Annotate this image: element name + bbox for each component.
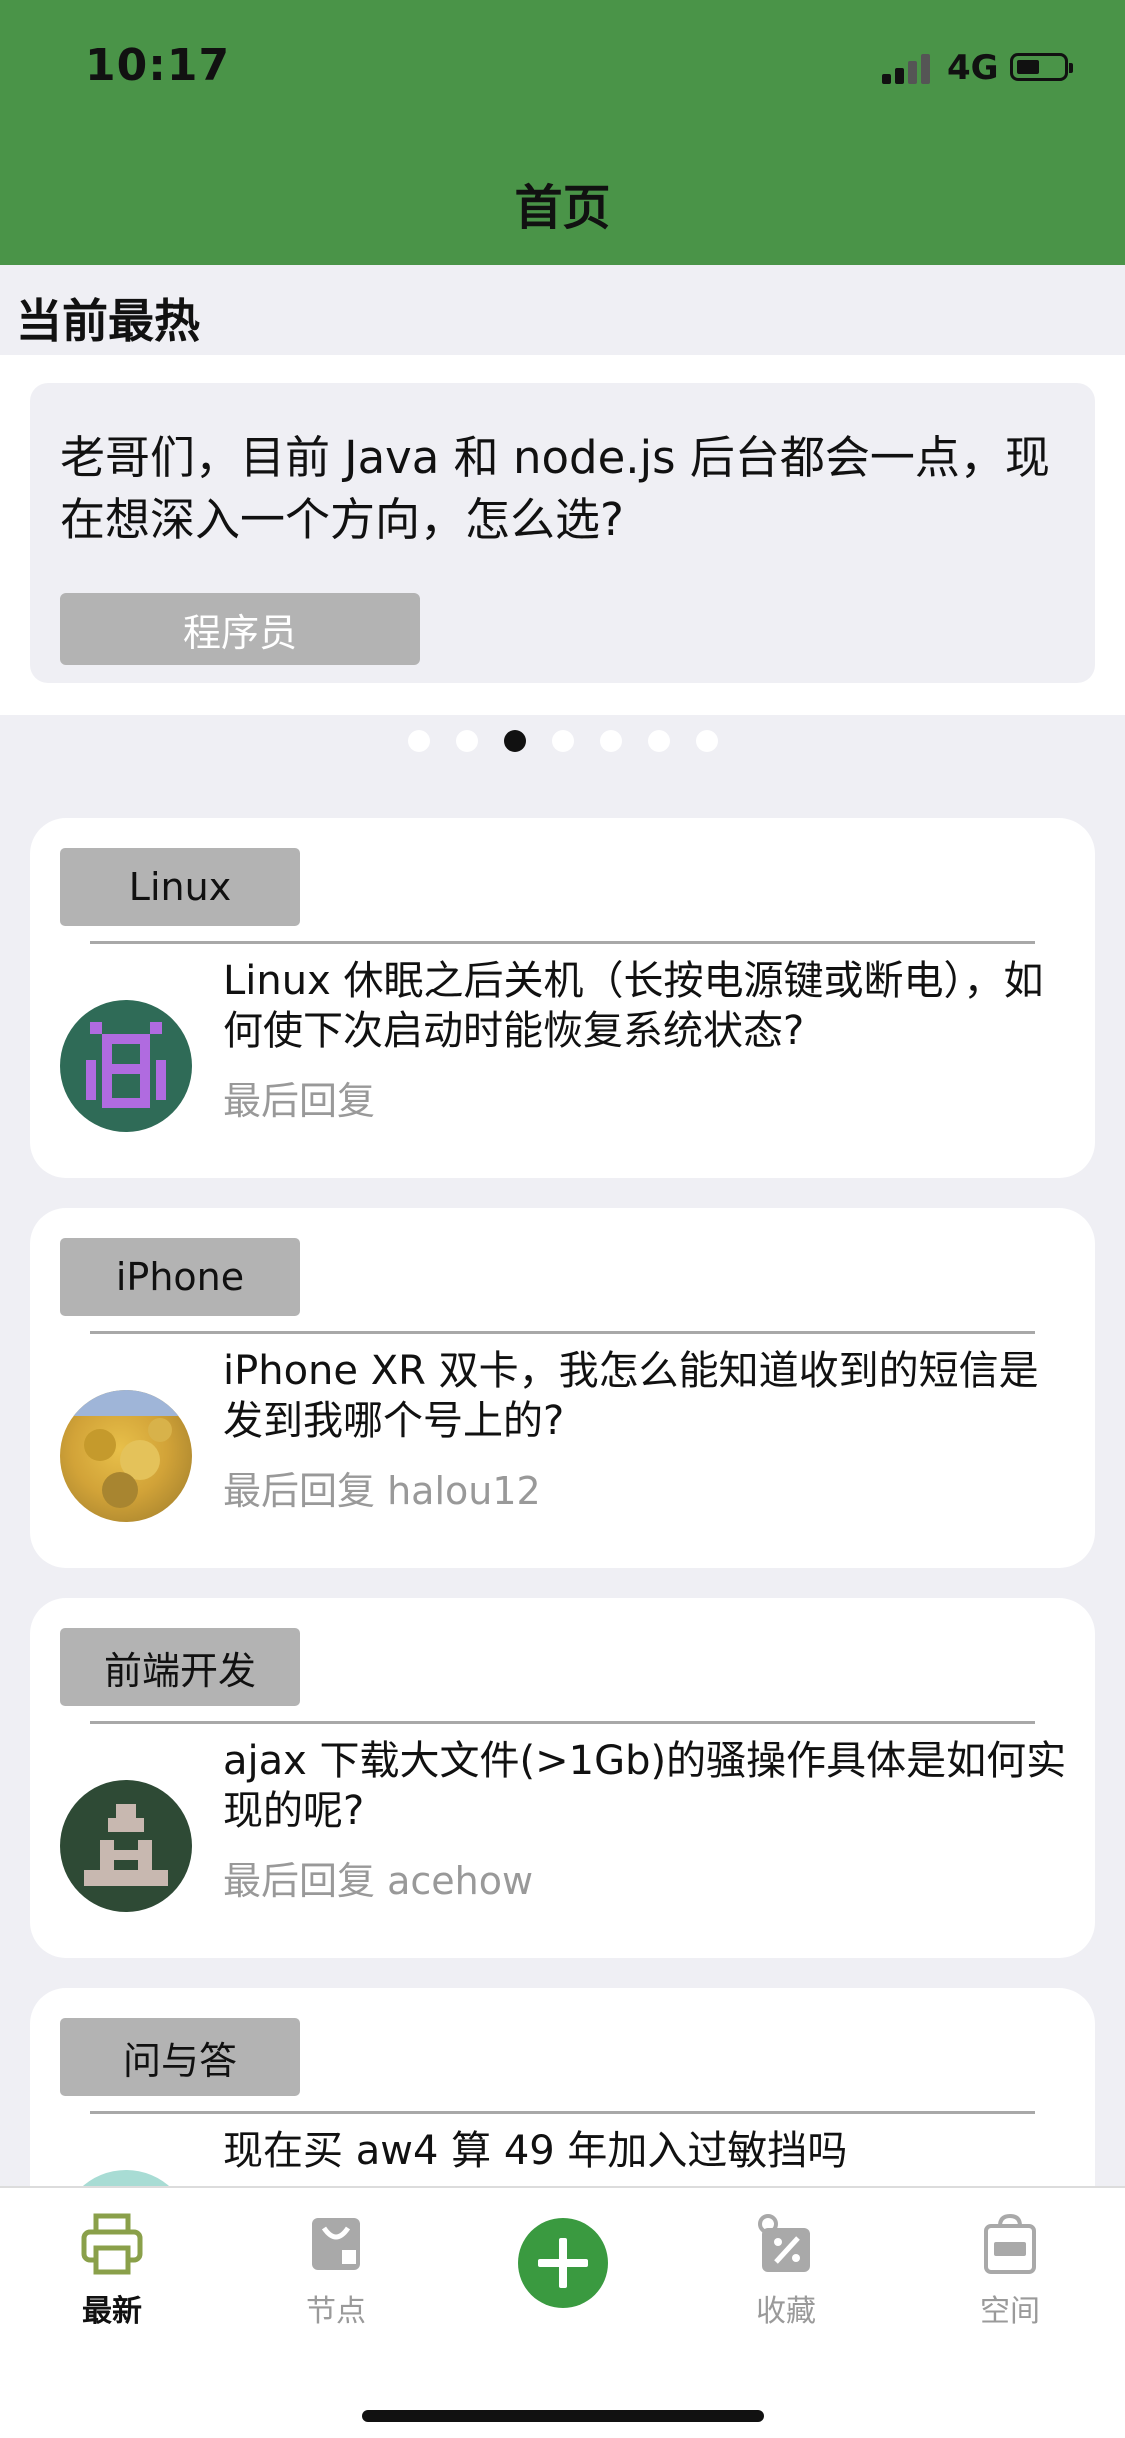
signal-icon	[882, 52, 932, 84]
divider	[90, 1331, 1035, 1334]
carousel-page-indicator[interactable]	[0, 730, 1125, 760]
last-reply: 最后回复	[223, 1079, 376, 1123]
avatar[interactable]	[60, 1780, 192, 1912]
tab-latest[interactable]: 最新	[42, 2212, 182, 2330]
topic-title[interactable]: iPhone XR 双卡，我怎么能知道收到的短信是发到我哪个号上的?	[223, 1346, 1073, 1446]
tab-label: 节点	[306, 2294, 366, 2329]
tab-label: 收藏	[756, 2294, 816, 2329]
avatar[interactable]	[60, 1000, 192, 1132]
tab-bar: 最新 节点 收藏 空间	[0, 2186, 1125, 2438]
topic-card[interactable]: Linux Linux 休眠之后关机（长按电源键或断电），如何使下次启动时能恢复…	[30, 818, 1095, 1178]
node-tag[interactable]: iPhone	[60, 1238, 300, 1316]
tab-label: 空间	[980, 2294, 1040, 2329]
node-tag[interactable]: Linux	[60, 848, 300, 926]
navigation-bar: 首页	[0, 140, 1125, 265]
divider	[90, 1721, 1035, 1724]
printer-icon	[81, 2213, 143, 2275]
page-title: 首页	[514, 179, 611, 236]
bag-icon	[312, 2218, 360, 2270]
node-tag[interactable]: 前端开发	[60, 1628, 300, 1706]
topic-title[interactable]: Linux 休眠之后关机（长按电源键或断电），如何使下次启动时能恢复系统状态?	[223, 956, 1073, 1056]
add-topic-button[interactable]	[518, 2218, 608, 2308]
last-reply: 最后回复 halou12	[223, 1469, 541, 1513]
coupon-icon	[758, 2214, 810, 2272]
tab-nodes[interactable]: 节点	[266, 2212, 406, 2330]
hot-topic-title[interactable]: 老哥们，目前 Java 和 node.js 后台都会一点，现在想深入一个方向，怎…	[60, 427, 1060, 551]
page-dot-active[interactable]	[503, 730, 526, 752]
last-reply: 最后回复 acehow	[223, 1859, 534, 1903]
page-dot[interactable]	[695, 730, 718, 752]
home-indicator[interactable]	[362, 2410, 764, 2422]
section-title: 当前最热	[16, 294, 200, 348]
page-dot[interactable]	[647, 730, 670, 752]
hot-topic-card[interactable]: 老哥们，目前 Java 和 node.js 后台都会一点，现在想深入一个方向，怎…	[30, 383, 1095, 683]
status-time: 10:17	[85, 40, 231, 91]
avatar[interactable]	[60, 1390, 192, 1522]
topic-card[interactable]: 前端开发 ajax 下载大文件(>1Gb)的骚操作具体是如何实现的呢? 最后回复…	[30, 1598, 1095, 1958]
page-dot[interactable]	[551, 730, 574, 752]
network-type: 4G	[947, 48, 999, 88]
tab-space[interactable]: 空间	[940, 2212, 1080, 2330]
divider	[90, 2111, 1035, 2114]
topic-title[interactable]: ajax 下载大文件(>1Gb)的骚操作具体是如何实现的呢?	[223, 1736, 1073, 1836]
sale-bag-icon	[984, 2213, 1036, 2274]
topic-title[interactable]: 现在买 aw4 算 49 年加入过敏挡吗	[223, 2126, 1073, 2176]
section-header: 当前最热	[0, 265, 1125, 355]
status-bar: 10:17 4G	[0, 0, 1125, 140]
page-dot[interactable]	[407, 730, 430, 752]
page-dot[interactable]	[599, 730, 622, 752]
hot-carousel[interactable]: 老哥们，目前 Java 和 node.js 后台都会一点，现在想深入一个方向，怎…	[0, 355, 1125, 715]
tab-favorites[interactable]: 收藏	[716, 2212, 856, 2330]
divider	[90, 941, 1035, 944]
topic-card[interactable]: iPhone iPhone XR 双卡，我怎么能知道收到的短信是发到我哪个号上的…	[30, 1208, 1095, 1568]
page-dot[interactable]	[455, 730, 478, 752]
battery-icon	[1010, 53, 1073, 81]
topic-list: Linux Linux 休眠之后关机（长按电源键或断电），如何使下次启动时能恢复…	[30, 818, 1095, 2378]
node-tag[interactable]: 问与答	[60, 2018, 300, 2096]
tab-label: 最新	[82, 2294, 142, 2329]
hot-topic-node-tag[interactable]: 程序员	[60, 593, 420, 665]
